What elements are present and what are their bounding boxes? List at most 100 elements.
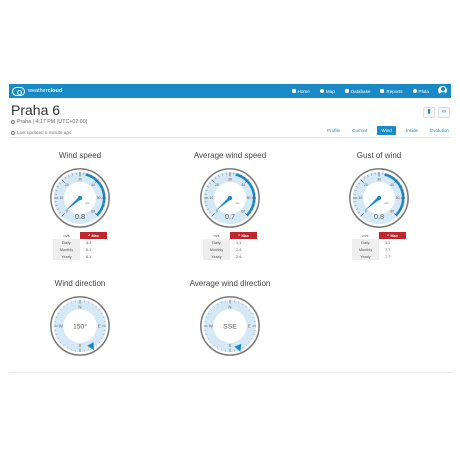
nav-user-menu[interactable]: Pluta xyxy=(412,89,429,94)
gauge-tick-label: 40 xyxy=(390,183,394,187)
panel-title: Average wind speed xyxy=(193,151,267,160)
tab-current[interactable]: Current xyxy=(350,126,369,135)
footer-divider xyxy=(9,372,451,373)
gauge-hub xyxy=(77,195,83,201)
page-title: Praha 6 xyxy=(11,102,61,118)
average-wind-direction-panel: Average wind direction N E S W SSE xyxy=(170,279,290,356)
gauge-tick-label: 20 xyxy=(215,183,219,187)
compass-label: E xyxy=(248,324,251,329)
gauge-tick-label: 20 xyxy=(364,183,368,187)
logo-text: weathercloud xyxy=(28,88,63,94)
header-divider xyxy=(9,137,451,138)
gauge-tick-label: 30 xyxy=(377,178,381,182)
gauge-tick-label: 10 xyxy=(359,196,363,200)
database-icon xyxy=(344,89,349,93)
tab-profile[interactable]: Profile xyxy=(325,126,342,135)
weathercloud-logo[interactable]: weathercloud xyxy=(12,86,62,96)
gust-of-wind-panel: Gust of wind 0 10 20 30 40 50 60 m/s 0.8 m/s ^ Ma… xyxy=(319,151,439,260)
gauge-tick-label: 40 xyxy=(91,183,95,187)
compass-value: SSE xyxy=(223,323,237,330)
gauge-tick-label: 50 xyxy=(97,196,101,200)
gauge-tick-label: 60 xyxy=(241,209,245,213)
tab-wind[interactable]: Wind xyxy=(377,126,396,135)
max-header: ^ Max xyxy=(230,232,257,239)
wind-direction-compass: N E S W 150° xyxy=(49,295,111,357)
table-row: Daily 3.1 xyxy=(352,239,406,246)
gauge-tick-label: 50 xyxy=(247,196,251,200)
user-icon xyxy=(412,89,417,93)
nav-database[interactable]: Database xyxy=(344,89,370,94)
gauge-unit-label: m/s xyxy=(85,201,90,205)
gauge-tick-label: 10 xyxy=(210,196,214,200)
table-row: Daily 3.3 xyxy=(53,239,107,246)
gauge-tick-label: 60 xyxy=(390,209,394,213)
share-button[interactable]: ∞ xyxy=(438,107,450,118)
table-row: Yearly 2.4 xyxy=(203,253,257,260)
wind-speed-panel: Wind speed 0 10 20 30 40 50 60 m/s 0.8 m/s ^ Max … xyxy=(20,151,140,260)
bar-chart-icon: ▮ xyxy=(427,109,431,115)
cloud-logo-icon xyxy=(12,86,25,96)
table-row: Monthly 2.4 xyxy=(203,246,257,253)
compass-label: S xyxy=(229,343,232,348)
last-updated: Last updated a minute ago xyxy=(11,130,71,135)
speed-gauge-dial: 0102030405060m/s0.8 xyxy=(50,168,110,228)
map-pin-icon xyxy=(11,119,15,124)
compass-dial: NESW 150° xyxy=(50,296,110,356)
unit-label: m/s xyxy=(53,232,80,239)
max-header: ^ Max xyxy=(80,232,107,239)
reports-icon xyxy=(380,89,385,93)
gauge-tick-label: 30 xyxy=(228,178,232,182)
wind-speed-gauge: 0 10 20 30 40 50 60 m/s 0.8 xyxy=(49,167,111,229)
gauge-tick-label: 50 xyxy=(396,196,400,200)
tab-inside[interactable]: Inside xyxy=(404,126,420,135)
nav-map[interactable]: Map xyxy=(319,89,335,94)
speed-gauge-dial: 0102030405060m/s0.7 xyxy=(200,168,260,228)
compass-label: N xyxy=(228,304,231,309)
compass-value: 150° xyxy=(73,322,87,330)
station-tabs: Profile Current Wind Inside Evolution xyxy=(317,126,451,135)
unit-label: m/s xyxy=(352,232,379,239)
wind-speed-max-table: m/s ^ Max Daily 3.3 Monthly 6.1 Yearly 6.1 xyxy=(53,232,107,260)
gauge-hub xyxy=(227,195,233,201)
share-icon: ∞ xyxy=(441,109,447,115)
gauge-tick-label: 40 xyxy=(241,183,245,187)
panel-title: Average wind direction xyxy=(189,279,271,288)
average-wind-direction-compass: N E S W SSE xyxy=(199,295,261,357)
table-row: Monthly 7.7 xyxy=(352,246,406,253)
nav-home[interactable]: Home xyxy=(291,89,310,94)
tab-evolution[interactable]: Evolution xyxy=(428,126,451,135)
gauge-value: 0.7 xyxy=(225,212,235,221)
compass-label: S xyxy=(79,343,82,348)
home-icon xyxy=(291,89,296,93)
clock-icon xyxy=(11,130,15,135)
average-wind-speed-gauge: 0 10 20 30 40 50 60 m/s 0.7 xyxy=(199,167,261,229)
gauge-value: 0.8 xyxy=(374,212,384,221)
table-row: Daily 1.1 xyxy=(203,239,257,246)
speed-gauge-dial: 0102030405060m/s0.8 xyxy=(349,168,409,228)
table-row: Yearly 7.7 xyxy=(352,253,406,260)
gust-of-wind-gauge: 0 10 20 30 40 50 60 m/s 0.8 xyxy=(348,167,410,229)
nav-reports[interactable]: Reports xyxy=(380,89,403,94)
chart-button[interactable]: ▮ xyxy=(423,107,435,118)
gauge-unit-label: m/s xyxy=(384,201,389,205)
average-wind-speed-panel: Average wind speed 0 10 20 30 40 50 60 m/s 0.7 m… xyxy=(170,151,290,260)
compass-label: N xyxy=(78,304,81,309)
gauge-tick-label: 60 xyxy=(91,209,95,213)
panel-title: Wind speed xyxy=(58,151,102,160)
avatar[interactable] xyxy=(437,85,448,96)
average-wind-speed-max-table: m/s ^ Max Daily 1.1 Monthly 2.4 Yearly 2.4 xyxy=(203,232,257,260)
gauge-tick-label: 10 xyxy=(60,196,64,200)
panel-title: Gust of wind xyxy=(356,151,402,160)
gauge-value: 0.8 xyxy=(75,212,85,221)
map-marker-icon xyxy=(319,89,324,93)
gust-of-wind-max-table: m/s ^ Max Daily 3.1 Monthly 7.7 Yearly 7.7 xyxy=(352,232,406,260)
gauge-tick-label: 30 xyxy=(78,178,82,182)
top-nav-bar: weathercloud Home Map Database Reports P… xyxy=(9,84,451,98)
main-nav: Home Map Database Reports Pluta xyxy=(282,84,429,98)
wind-direction-panel: Wind direction N E S W 150° xyxy=(20,279,140,356)
max-header: ^ Max xyxy=(379,232,406,239)
panel-title: Wind direction xyxy=(54,279,106,288)
gauge-hub xyxy=(376,195,382,201)
gauge-tick-label: 20 xyxy=(65,183,69,187)
compass-dial: NESW SSE xyxy=(200,296,260,356)
